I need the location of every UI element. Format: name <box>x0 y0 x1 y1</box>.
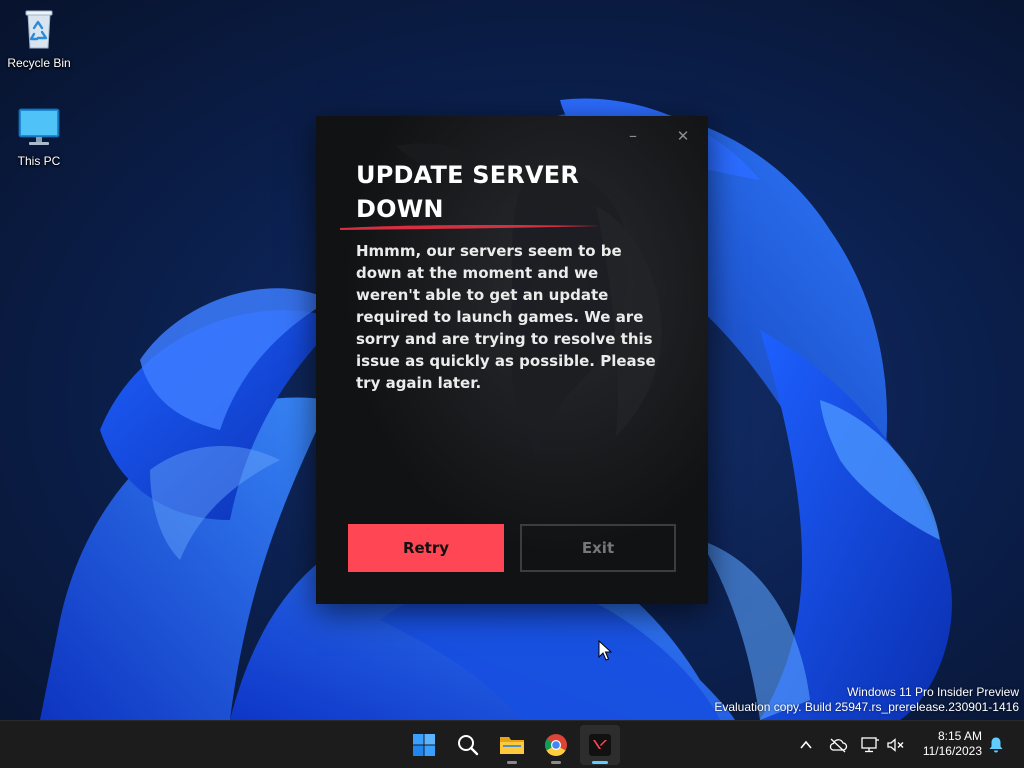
network-icon <box>861 737 879 753</box>
volume-control[interactable] <box>884 733 908 757</box>
watermark-line-edition: Windows 11 Pro Insider Preview <box>847 685 1019 699</box>
running-indicator <box>551 761 561 764</box>
exit-button[interactable]: Exit <box>520 524 676 572</box>
title-underline-stroke <box>340 224 600 230</box>
evaluation-watermark: Windows 11 Pro Insider Preview Evaluatio… <box>714 685 1019 715</box>
taskbar: 8:15 AM 11/16/2023 <box>0 720 1024 768</box>
network-status[interactable] <box>858 733 882 757</box>
valorant-icon <box>589 734 611 756</box>
chrome-icon <box>545 734 567 756</box>
mouse-pointer-icon <box>598 640 612 661</box>
recycle-bin-icon <box>25 10 53 49</box>
cloud-off-icon <box>829 738 848 753</box>
file-explorer-button[interactable] <box>492 725 532 765</box>
update-server-down-dialog: – ✕ UPDATE SERVER DOWN Hmmm, our servers… <box>316 116 708 604</box>
active-indicator <box>592 761 608 764</box>
desktop-icon-recycle-bin[interactable]: Recycle Bin <box>0 6 78 70</box>
riot-client-button[interactable] <box>580 725 620 765</box>
retry-button[interactable]: Retry <box>348 524 504 572</box>
notification-bell-icon <box>989 737 1003 753</box>
volume-muted-icon <box>887 738 904 752</box>
watermark-line-build: Evaluation copy. Build 25947.rs_prerelea… <box>714 700 1019 714</box>
start-button[interactable] <box>404 725 444 765</box>
desktop-icon-label: Recycle Bin <box>7 56 71 70</box>
notification-center-button[interactable] <box>984 733 1008 757</box>
system-clock[interactable]: 8:15 AM 11/16/2023 <box>910 729 982 759</box>
running-indicator <box>507 761 517 764</box>
onedrive-status[interactable] <box>826 733 850 757</box>
search-icon <box>458 735 479 756</box>
show-hidden-icons-button[interactable] <box>794 733 818 757</box>
desktop-icon-label: This PC <box>17 154 61 168</box>
chrome-button[interactable] <box>536 725 576 765</box>
desktop-icon-this-pc[interactable]: This PC <box>0 104 78 168</box>
chevron-up-icon <box>800 740 812 749</box>
dialog-title: UPDATE SERVER DOWN <box>356 161 580 223</box>
windows-logo-icon <box>413 734 435 756</box>
search-button[interactable] <box>448 725 488 765</box>
clock-date: 11/16/2023 <box>922 744 982 758</box>
minimize-button[interactable]: – <box>620 126 646 148</box>
dialog-message: Hmmm, our servers seem to be down at the… <box>356 242 656 392</box>
folder-icon <box>500 737 524 754</box>
monitor-icon <box>18 108 60 145</box>
clock-time: 8:15 AM <box>937 729 982 743</box>
close-button[interactable]: ✕ <box>670 126 696 148</box>
